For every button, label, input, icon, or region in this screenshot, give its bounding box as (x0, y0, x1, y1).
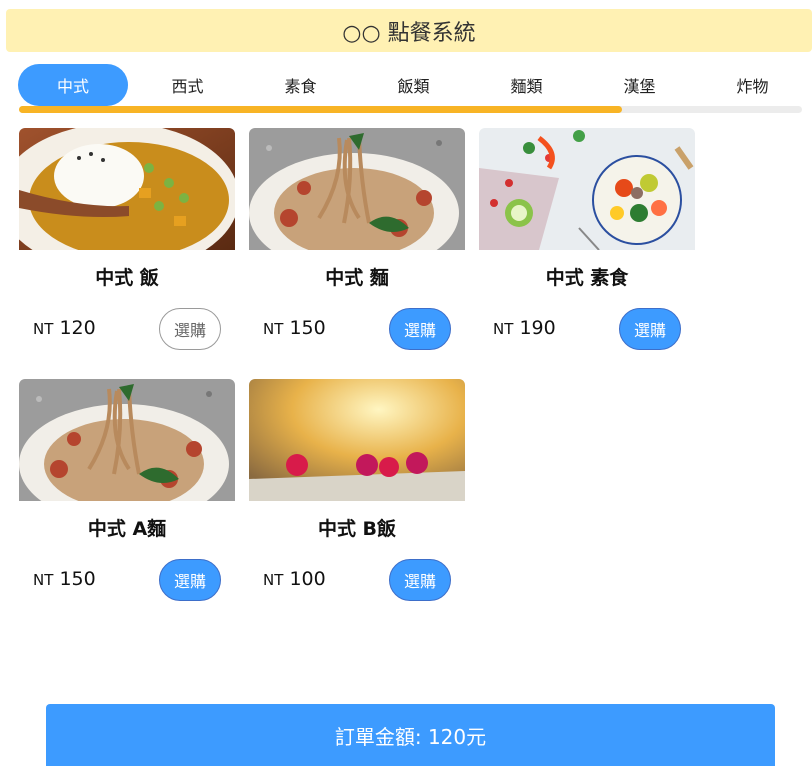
item-name: 中式 飯 (95, 267, 159, 289)
tab-vegetarian[interactable]: 素食 (244, 64, 357, 106)
tab-burger[interactable]: 漢堡 (583, 64, 696, 106)
item-price: NT 100 (263, 568, 326, 590)
item-name: 中式 B飯 (317, 518, 397, 540)
item-price: NT 150 (263, 317, 326, 339)
buy-button[interactable]: 選購 (389, 559, 451, 601)
currency-label: NT (33, 320, 54, 338)
currency-label: NT (493, 320, 514, 338)
raspberries-image (249, 379, 465, 501)
menu-item-card[interactable]: 中式 麵 NT 150 選購 (249, 128, 465, 368)
spaghetti-image (19, 379, 235, 501)
menu-item-card[interactable]: 中式 飯 NT 120 選購 (19, 128, 235, 368)
tab-label: 飯類 (397, 77, 430, 96)
page-header: ○○ 點餐系統 (6, 9, 812, 52)
order-total-label: 訂單金額: 120元 (334, 724, 487, 749)
order-total-button[interactable]: 訂單金額: 120元 (46, 704, 775, 766)
tab-scroll-thumb[interactable] (19, 106, 622, 113)
item-price: NT 190 (493, 317, 556, 339)
item-price: NT 120 (33, 317, 96, 339)
price-value: 120 (59, 317, 96, 339)
tab-noodles[interactable]: 麵類 (470, 64, 583, 106)
tab-label: 素食 (284, 77, 317, 96)
buy-button[interactable]: 選購 (159, 308, 221, 350)
tab-label: 漢堡 (623, 77, 656, 96)
spaghetti-image (249, 128, 465, 250)
buy-button[interactable]: 選購 (159, 559, 221, 601)
category-tabs: 中式 西式 素食 飯類 麵類 漢堡 炸物 (18, 64, 812, 106)
vegetable-salad-image (479, 128, 695, 250)
tab-label: 西式 (171, 77, 204, 96)
tab-rice[interactable]: 飯類 (357, 64, 470, 106)
tab-label: 麵類 (510, 77, 543, 96)
tab-western[interactable]: 西式 (131, 64, 244, 106)
price-value: 150 (289, 317, 326, 339)
tab-label: 中式 (56, 77, 89, 96)
price-value: 190 (519, 317, 556, 339)
currency-label: NT (33, 571, 54, 589)
tab-label: 炸物 (736, 77, 769, 96)
tab-fried[interactable]: 炸物 (696, 64, 809, 106)
currency-label: NT (263, 571, 284, 589)
menu-item-card[interactable]: 中式 B飯 NT 100 選購 (249, 379, 465, 619)
tab-scroll-track[interactable] (19, 106, 802, 113)
price-value: 100 (289, 568, 326, 590)
item-name: 中式 素食 (545, 267, 629, 289)
tab-chinese[interactable]: 中式 (18, 64, 128, 106)
currency-label: NT (263, 320, 284, 338)
menu-item-card[interactable]: 中式 素食 NT 190 選購 (479, 128, 695, 368)
menu-item-card[interactable]: 中式 A麵 NT 150 選購 (19, 379, 235, 619)
item-name: 中式 麵 (325, 267, 389, 289)
buy-button[interactable]: 選購 (619, 308, 681, 350)
item-price: NT 150 (33, 568, 96, 590)
buy-button[interactable]: 選購 (389, 308, 451, 350)
price-value: 150 (59, 568, 96, 590)
item-name: 中式 A麵 (87, 518, 167, 540)
curry-rice-image (19, 128, 235, 250)
page-title: ○○ 點餐系統 (342, 20, 476, 46)
